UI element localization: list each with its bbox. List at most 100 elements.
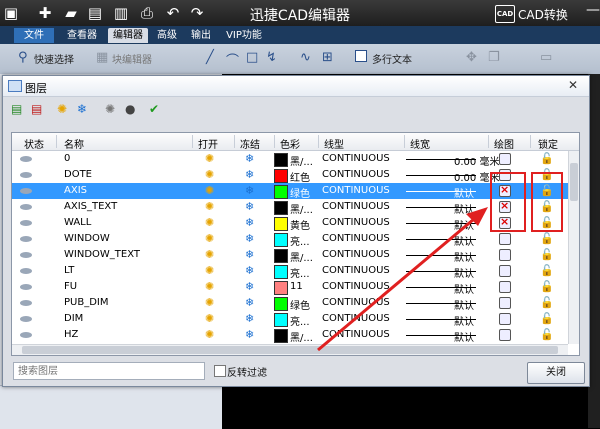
multiline-text-button[interactable]: 多行文本 [372,51,412,66]
layer-freeze-icon[interactable]: ❄ [245,184,254,197]
layer-row[interactable]: DIM ✺ ❄ 亮... CONTINUOUS 默认 🔓 [12,311,568,328]
layer-color-swatch[interactable] [274,169,288,183]
lock-icon[interactable]: 🔓 [540,248,554,261]
curve-tool-icon[interactable]: ∿ [300,50,311,65]
tab-vip[interactable]: VIP功能 [222,28,266,43]
apply-check-icon[interactable]: ✔ [149,101,159,117]
col-freeze[interactable]: 冻结 [240,136,260,151]
layer-tool-icon[interactable]: ▭ [540,50,552,65]
layer-status-icon[interactable] [20,284,32,290]
block-editor-button[interactable]: 块编辑器 [112,51,152,66]
plot-printer-icon[interactable] [499,249,511,261]
tab-editor[interactable]: 编辑器 [108,28,148,43]
layer-status-icon[interactable] [20,172,32,178]
layer-status-icon[interactable] [20,252,32,258]
layer-color-swatch[interactable] [274,313,288,327]
arc-tool-icon[interactable]: ⌒ [226,50,239,69]
layer-freeze-icon[interactable]: ❄ [245,312,254,325]
layer-color-swatch[interactable] [274,217,288,231]
layer-row[interactable]: WALL✺❄黄色CONTINUOUS默认🔓 [12,215,568,232]
layer-status-icon[interactable] [20,156,32,162]
layer-lineweight[interactable]: 默认 [454,281,474,296]
layer-color-swatch[interactable] [274,185,288,199]
layer-row[interactable]: HZ ✺ ❄ 黑/... CONTINUOUS 默认 🔓 [12,327,568,344]
layer-on-icon[interactable]: ✺ [205,296,214,309]
col-lineweight[interactable]: 线宽 [410,136,430,151]
copy-icon[interactable]: ❐ [488,50,500,65]
layer-on-icon[interactable]: ✺ [205,232,214,245]
layer-color-swatch[interactable] [274,233,288,247]
lock-icon[interactable]: 🔓 [540,296,554,309]
all-on-icon[interactable]: ✺ [57,101,67,117]
layer-on-icon[interactable]: ✺ [205,264,214,277]
layer-lineweight[interactable]: 默认 [454,185,474,200]
move-icon[interactable]: ✥ [466,50,477,65]
layer-status-icon[interactable] [20,268,32,274]
polyline-tool-icon[interactable]: ↯ [266,50,277,65]
layer-lineweight[interactable]: 默认 [454,233,474,248]
layer-lineweight[interactable]: 默认 [454,329,474,344]
layer-linetype[interactable]: CONTINUOUS [322,281,390,292]
layer-color-swatch[interactable] [274,329,288,343]
layer-status-icon[interactable] [20,236,32,242]
layer-on-icon[interactable]: ✺ [205,184,214,197]
layer-linetype[interactable]: CONTINUOUS [322,169,390,180]
layer-linetype[interactable]: CONTINUOUS [322,233,390,244]
tab-advanced[interactable]: 高级 [152,28,182,43]
layer-linetype[interactable]: CONTINUOUS [322,201,390,212]
layer-row[interactable]: WINDOW_TEXT ✺ ❄ 黑/... CONTINUOUS 默认 🔓 [12,247,568,264]
plot-printer-icon[interactable] [499,233,511,245]
layer-status-icon[interactable] [20,220,32,226]
layer-row[interactable]: DOTE ✺ ❄ 红色 CONTINUOUS 0.00 毫米 🔓 [12,167,568,184]
layer-linetype[interactable]: CONTINUOUS [322,153,390,164]
minimize-button[interactable]: — [586,2,600,18]
layer-linetype[interactable]: CONTINUOUS [322,265,390,276]
layer-status-icon[interactable] [20,300,32,306]
horizontal-scrollbar[interactable] [12,344,568,355]
layer-status-icon[interactable] [20,188,32,194]
layer-freeze-icon[interactable]: ❄ [245,152,254,165]
tab-output[interactable]: 输出 [186,28,216,43]
lock-icon[interactable]: 🔓 [540,152,554,165]
bulb-icon[interactable]: ● [125,101,135,117]
layer-lineweight[interactable]: 默认 [454,265,474,280]
layer-on-icon[interactable]: ✺ [205,248,214,261]
layer-color-swatch[interactable] [274,265,288,279]
horizontal-scroll-thumb[interactable] [22,346,558,354]
layer-status-icon[interactable] [20,316,32,322]
layer-color-swatch[interactable] [274,201,288,215]
plot-printer-icon[interactable] [499,265,511,277]
dialog-close-button[interactable]: ✕ [563,77,583,93]
layer-status-icon[interactable] [20,204,32,210]
layer-lineweight[interactable]: 默认 [454,249,474,264]
layer-search-input[interactable] [13,362,205,380]
layer-on-icon[interactable]: ✺ [205,200,214,213]
layer-freeze-icon[interactable]: ❄ [245,168,254,181]
layer-on-icon[interactable]: ✺ [205,328,214,341]
plot-printer-icon[interactable] [499,153,511,165]
tab-file[interactable]: 文件 [14,28,54,43]
lock-icon[interactable]: 🔓 [540,232,554,245]
layer-freeze-icon[interactable]: ❄ [245,264,254,277]
plot-printer-icon[interactable] [499,297,511,309]
reverse-filter-checkbox[interactable] [214,365,226,377]
plot-printer-icon[interactable] [499,329,511,341]
layer-color-swatch[interactable] [274,281,288,295]
col-lock[interactable]: 锁定 [538,136,558,151]
layer-freeze-icon[interactable]: ❄ [245,280,254,293]
layer-color-swatch[interactable] [274,297,288,311]
layer-lineweight[interactable]: 默认 [454,297,474,312]
layer-freeze-icon[interactable]: ❄ [245,296,254,309]
col-name[interactable]: 名称 [64,136,84,151]
layer-linetype[interactable]: CONTINUOUS [322,249,390,260]
layer-linetype[interactable]: CONTINUOUS [322,329,390,340]
col-status[interactable]: 状态 [24,136,44,151]
all-freeze-icon[interactable]: ❄ [77,101,87,117]
plot-printer-icon[interactable] [499,313,511,325]
col-on[interactable]: 打开 [198,136,218,151]
layer-color-swatch[interactable] [274,249,288,263]
tab-viewer[interactable]: 查看器 [62,28,102,43]
insert-tool-icon[interactable]: ⊞ [322,50,333,65]
col-plot[interactable]: 绘图 [494,136,514,151]
layer-linetype[interactable]: CONTINUOUS [322,297,390,308]
